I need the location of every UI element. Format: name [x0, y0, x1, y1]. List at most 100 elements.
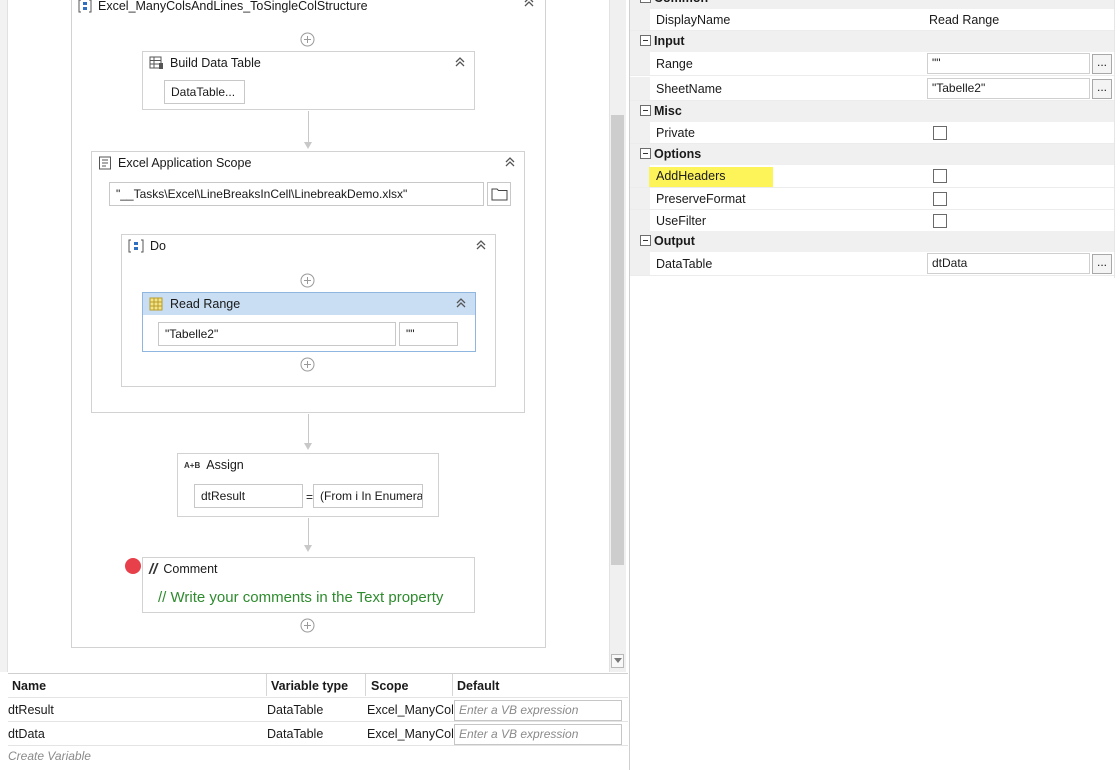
- variable-name[interactable]: dtData: [8, 722, 258, 746]
- property-label: PreserveFormat: [656, 192, 746, 206]
- range-ellipsis-button[interactable]: ...: [1092, 54, 1112, 74]
- category-options[interactable]: Options: [630, 144, 1114, 165]
- add-activity-plus-icon[interactable]: [300, 357, 315, 372]
- datatable-button[interactable]: DataTable...: [164, 80, 245, 104]
- column-header-scope[interactable]: Scope: [371, 674, 451, 698]
- property-row-displayname[interactable]: DisplayName Read Range: [630, 9, 1114, 31]
- sequence-icon: [78, 0, 92, 13]
- read-range-header[interactable]: Read Range: [143, 293, 475, 315]
- assign-target-input[interactable]: dtResult: [194, 484, 303, 508]
- build-data-table-title: Build Data Table: [170, 56, 261, 70]
- category-misc-label: Misc: [654, 104, 682, 118]
- collapse-chevron-icon[interactable]: [454, 296, 468, 310]
- private-checkbox[interactable]: [933, 126, 947, 140]
- variable-default-input[interactable]: Enter a VB expression: [454, 700, 622, 721]
- category-input-label: Input: [654, 34, 685, 48]
- assign-value-input[interactable]: (From i In Enumera: [313, 484, 423, 508]
- build-data-table-activity[interactable]: Build Data Table DataTable...: [142, 51, 475, 110]
- range-input[interactable]: "": [399, 322, 458, 346]
- category-input[interactable]: Input: [630, 31, 1114, 52]
- scrollbar-thumb[interactable]: [611, 115, 624, 565]
- collapse-chevron-icon[interactable]: [474, 238, 488, 252]
- property-row-addheaders[interactable]: AddHeaders: [630, 165, 1114, 188]
- connector-arrow-icon: [304, 142, 312, 149]
- column-header-variable-type[interactable]: Variable type: [271, 674, 366, 698]
- variable-default-input[interactable]: Enter a VB expression: [454, 724, 622, 745]
- displayname-value[interactable]: Read Range: [929, 9, 999, 31]
- table-row[interactable]: dtData DataTable Excel_ManyCols Enter a …: [8, 722, 628, 746]
- read-range-icon: [149, 297, 163, 311]
- create-variable-link[interactable]: Create Variable: [8, 746, 91, 766]
- property-row-private[interactable]: Private: [630, 122, 1114, 144]
- range-property-input[interactable]: "": [927, 53, 1090, 74]
- assign-activity[interactable]: A+B Assign dtResult = (From i In Enumera: [177, 453, 439, 517]
- workflow-designer[interactable]: Excel_ManyColsAndLines_ToSingleColStruct…: [0, 0, 628, 672]
- assign-header[interactable]: A+B Assign: [178, 454, 438, 476]
- variable-type[interactable]: DataTable: [267, 722, 362, 746]
- table-row[interactable]: dtResult DataTable Excel_ManyCols Enter …: [8, 698, 628, 722]
- collapse-chevron-icon[interactable]: [522, 0, 536, 9]
- add-activity-plus-icon[interactable]: [300, 273, 315, 288]
- property-row-datatable[interactable]: DataTable dtData ...: [630, 252, 1114, 276]
- collapse-box-icon[interactable]: [640, 0, 651, 3]
- connector-line: [308, 111, 309, 143]
- property-label: DisplayName: [656, 13, 731, 27]
- collapse-chevron-icon[interactable]: [453, 55, 467, 69]
- do-header[interactable]: Do: [122, 235, 495, 257]
- excel-scope-title: Excel Application Scope: [118, 156, 252, 170]
- read-range-activity[interactable]: Read Range "Tabelle2" "": [142, 292, 476, 352]
- scroll-down-button[interactable]: [611, 654, 624, 668]
- variable-name[interactable]: dtResult: [8, 698, 258, 722]
- property-row-sheetname[interactable]: SheetName "Tabelle2" ...: [630, 77, 1114, 101]
- column-header-name[interactable]: Name: [12, 674, 262, 698]
- category-common[interactable]: Common: [630, 0, 1114, 9]
- variable-scope[interactable]: Excel_ManyCols: [367, 722, 453, 746]
- do-title: Do: [150, 239, 166, 253]
- add-activity-plus-icon[interactable]: [300, 618, 315, 633]
- excel-scope-header[interactable]: Excel Application Scope: [92, 152, 524, 174]
- connector-line: [308, 414, 309, 444]
- build-data-table-header[interactable]: Build Data Table: [143, 52, 474, 74]
- sequence-title: Excel_ManyColsAndLines_ToSingleColStruct…: [98, 0, 368, 13]
- category-misc[interactable]: Misc: [630, 101, 1114, 122]
- collapse-box-icon[interactable]: [640, 105, 651, 116]
- collapse-box-icon[interactable]: [640, 35, 651, 46]
- add-activity-plus-icon[interactable]: [300, 32, 315, 47]
- breakpoint-icon[interactable]: [125, 558, 141, 574]
- sheet-name-input[interactable]: "Tabelle2": [158, 322, 396, 346]
- sheetname-property-input[interactable]: "Tabelle2": [927, 78, 1090, 99]
- variable-type[interactable]: DataTable: [267, 698, 362, 722]
- left-edge-strip: [0, 0, 8, 672]
- column-header-default[interactable]: Default: [457, 674, 617, 698]
- comment-header[interactable]: // Comment: [143, 558, 474, 580]
- property-label: Range: [656, 57, 693, 71]
- property-row-preserveformat[interactable]: PreserveFormat: [630, 188, 1114, 210]
- connector-arrow-icon: [304, 545, 312, 552]
- connector-line: [308, 518, 309, 546]
- preserveformat-checkbox[interactable]: [933, 192, 947, 206]
- workbook-path-input[interactable]: "__Tasks\Excel\LineBreaksInCell\Linebrea…: [109, 182, 484, 206]
- variables-panel: Name Variable type Scope Default dtResul…: [8, 673, 628, 770]
- browse-folder-button[interactable]: [487, 182, 511, 206]
- category-common-label: Common: [654, 0, 708, 9]
- comment-text[interactable]: // Write your comments in the Text prope…: [158, 589, 443, 606]
- sheetname-ellipsis-button[interactable]: ...: [1092, 79, 1112, 99]
- property-row-usefilter[interactable]: UseFilter: [630, 210, 1114, 232]
- sequence-header[interactable]: Excel_ManyColsAndLines_ToSingleColStruct…: [72, 0, 545, 17]
- variables-header-row: Name Variable type Scope Default: [8, 674, 628, 698]
- read-range-title: Read Range: [170, 297, 241, 311]
- usefilter-checkbox[interactable]: [933, 214, 947, 228]
- folder-icon: [491, 188, 508, 201]
- collapse-box-icon[interactable]: [640, 235, 651, 246]
- datatable-ellipsis-button[interactable]: ...: [1092, 254, 1112, 274]
- category-options-label: Options: [654, 147, 702, 161]
- datatable-property-input[interactable]: dtData: [927, 253, 1090, 274]
- variable-scope[interactable]: Excel_ManyCols: [367, 698, 453, 722]
- addheaders-checkbox[interactable]: [933, 169, 947, 183]
- collapse-box-icon[interactable]: [640, 148, 651, 159]
- collapse-chevron-icon[interactable]: [503, 155, 517, 169]
- property-row-range[interactable]: Range "" ...: [630, 52, 1114, 76]
- chevron-down-icon: [614, 658, 622, 663]
- category-output[interactable]: Output: [630, 231, 1114, 252]
- comment-activity[interactable]: // Comment // Write your comments in the…: [142, 557, 475, 613]
